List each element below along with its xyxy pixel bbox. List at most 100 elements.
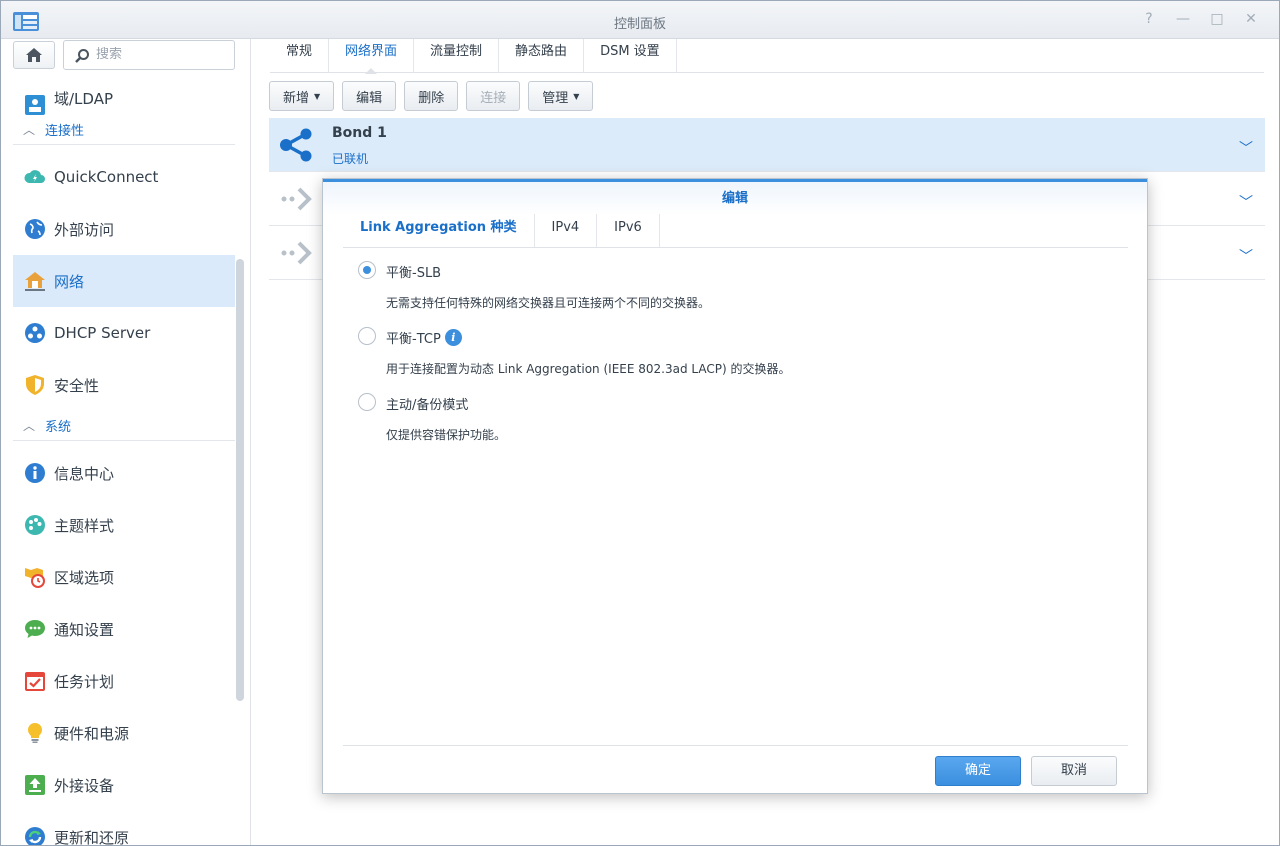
radio-balance-slb[interactable] xyxy=(358,261,376,279)
sidebar-item-regional[interactable]: 区域选项 xyxy=(13,551,235,603)
tab-dsm-settings[interactable]: DSM 设置 xyxy=(584,39,677,73)
option-label-text: 平衡-SLB xyxy=(386,266,442,281)
chevron-up-icon: ︿ xyxy=(23,419,36,433)
chevron-down-icon[interactable]: ﹀ xyxy=(1239,138,1253,158)
lan-arrow-icon xyxy=(281,241,312,265)
sidebar-item-update-restore[interactable]: 更新和还原 xyxy=(13,811,235,846)
sidebar-item-network[interactable]: 网络 xyxy=(13,255,235,307)
tab-traffic-control[interactable]: 流量控制 xyxy=(414,39,500,73)
manage-button[interactable]: 管理 ▼ xyxy=(528,81,594,111)
close-icon[interactable]: ✕ xyxy=(1243,11,1259,27)
sidebar-item-label: 硬件和电源 xyxy=(54,724,130,743)
maximize-icon[interactable]: □ xyxy=(1209,11,1225,27)
dialog-tabs: Link Aggregation 种类 IPv4 IPv6 xyxy=(343,214,1128,248)
sidebar-item-hardware-power[interactable]: 硬件和电源 xyxy=(13,707,235,759)
radio-balance-tcp[interactable] xyxy=(358,327,376,345)
quickconnect-icon xyxy=(24,170,45,183)
home-button[interactable] xyxy=(13,41,55,69)
dialog-footer-divider xyxy=(343,745,1128,746)
manage-label: 管理 xyxy=(542,90,569,106)
network-house-icon xyxy=(25,272,45,291)
chevron-up-icon: ︿ xyxy=(23,123,36,137)
tab-link-aggregation[interactable]: Link Aggregation 种类 xyxy=(343,214,535,247)
titlebar: 控制面板 ? — □ ✕ xyxy=(1,1,1279,39)
upload-box-icon xyxy=(25,775,45,795)
add-button[interactable]: 新增 ▼ xyxy=(269,81,335,111)
window-controls: ? — □ ✕ xyxy=(1141,11,1259,27)
option-label: 平衡-SLB xyxy=(386,262,441,281)
sidebar-item-notification[interactable]: 通知设置 xyxy=(13,603,235,655)
option-description: 无需支持任何特殊的网络交换器且可连接两个不同的交换器。 xyxy=(386,296,711,310)
sidebar-item-label: 主题样式 xyxy=(54,516,115,535)
sidebar: 域/LDAP ︿ 连接性 QuickConnect 外部访问 网络 DHCP S… xyxy=(1,39,251,846)
sidebar-item-ldap[interactable]: 域/LDAP xyxy=(13,75,235,115)
info-icon[interactable]: i xyxy=(444,329,462,346)
sidebar-item-external-devices[interactable]: 外接设备 xyxy=(13,759,235,811)
refresh-icon xyxy=(25,827,45,845)
sidebar-item-security[interactable]: 安全性 xyxy=(13,359,235,411)
sidebar-item-dhcp[interactable]: DHCP Server xyxy=(13,307,235,359)
sidebar-item-task-scheduler[interactable]: 任务计划 xyxy=(13,655,235,707)
sidebar-list: 域/LDAP ︿ 连接性 QuickConnect 外部访问 网络 DHCP S… xyxy=(1,75,245,846)
edit-dialog: 编辑 Link Aggregation 种类 IPv4 IPv6 平衡-SLB … xyxy=(322,178,1148,794)
sidebar-item-info-center[interactable]: 信息中心 xyxy=(13,447,235,499)
home-icon xyxy=(26,48,42,62)
sidebar-item-theme[interactable]: 主题样式 xyxy=(13,499,235,551)
edit-button[interactable]: 编辑 xyxy=(342,81,397,111)
shield-icon xyxy=(26,375,44,395)
sidebar-item-label: 外接设备 xyxy=(54,776,115,795)
radio-active-backup[interactable] xyxy=(358,393,376,411)
search-icon xyxy=(75,49,89,63)
toolbar: 新增 ▼ 编辑 删除 连接 管理 ▼ xyxy=(269,81,594,111)
chat-bubble-icon xyxy=(25,620,45,638)
interface-status: 已联机 xyxy=(332,152,369,166)
sidebar-item-label: 更新和还原 xyxy=(54,828,130,846)
help-icon[interactable]: ? xyxy=(1141,11,1157,27)
chevron-down-icon[interactable]: ﹀ xyxy=(1239,246,1253,266)
caret-down-icon: ▼ xyxy=(314,91,321,101)
option-label: 主动/备份模式 xyxy=(386,394,468,413)
connect-button[interactable]: 连接 xyxy=(466,81,521,111)
interface-name: Bond 1 xyxy=(332,125,387,141)
option-description: 用于连接配置为动态 Link Aggregation (IEEE 802.3ad… xyxy=(386,362,791,376)
main-tabs: 常规 网络界面 流量控制 静态路由 DSM 设置 xyxy=(270,39,1264,74)
sidebar-item-label: 安全性 xyxy=(54,376,100,395)
palette-icon xyxy=(25,515,45,535)
calendar-check-icon xyxy=(25,672,45,691)
section-connectivity[interactable]: ︿ 连接性 xyxy=(13,115,235,145)
tab-network-interface[interactable]: 网络界面 xyxy=(329,39,415,74)
search-input[interactable] xyxy=(96,47,226,62)
section-system[interactable]: ︿ 系统 xyxy=(13,411,235,441)
ok-button[interactable]: 确定 xyxy=(935,756,1021,786)
option-label-text: 平衡-TCP xyxy=(386,332,441,347)
tab-ipv4[interactable]: IPv4 xyxy=(535,214,598,247)
sidebar-item-label: 区域选项 xyxy=(54,568,115,587)
sidebar-scrollbar[interactable] xyxy=(236,259,244,701)
delete-button[interactable]: 删除 xyxy=(404,81,459,111)
lightbulb-icon xyxy=(28,723,42,743)
search-box[interactable] xyxy=(63,40,235,70)
section-label: 连接性 xyxy=(45,124,85,139)
control-panel-window: 控制面板 ? — □ ✕ 域/LDAP ︿ xyxy=(0,0,1280,846)
dhcp-icon xyxy=(25,323,45,343)
globe-icon xyxy=(25,219,45,239)
caret-down-icon: ▼ xyxy=(573,91,580,101)
interface-row-bond[interactable]: Bond 1 已联机 ﹀ xyxy=(269,118,1265,172)
sidebar-item-external-access[interactable]: 外部访问 xyxy=(13,203,235,255)
sidebar-item-quickconnect[interactable]: QuickConnect xyxy=(13,151,235,203)
sidebar-item-label: DHCP Server xyxy=(54,324,151,342)
tab-ipv6[interactable]: IPv6 xyxy=(597,214,660,247)
section-label: 系统 xyxy=(45,420,72,435)
chevron-down-icon[interactable]: ﹀ xyxy=(1239,192,1253,212)
sidebar-item-label: 通知设置 xyxy=(54,620,115,639)
sidebar-item-label: QuickConnect xyxy=(54,168,159,186)
minimize-icon[interactable]: — xyxy=(1175,11,1191,27)
dialog-title: 编辑 xyxy=(323,179,1147,215)
info-icon xyxy=(25,463,45,483)
tab-general[interactable]: 常规 xyxy=(270,39,330,73)
cancel-button[interactable]: 取消 xyxy=(1031,756,1117,786)
option-label: 平衡-TCP i xyxy=(386,328,462,347)
add-label: 新增 xyxy=(283,90,310,106)
sidebar-item-label: 外部访问 xyxy=(54,220,115,239)
tab-static-route[interactable]: 静态路由 xyxy=(499,39,585,73)
